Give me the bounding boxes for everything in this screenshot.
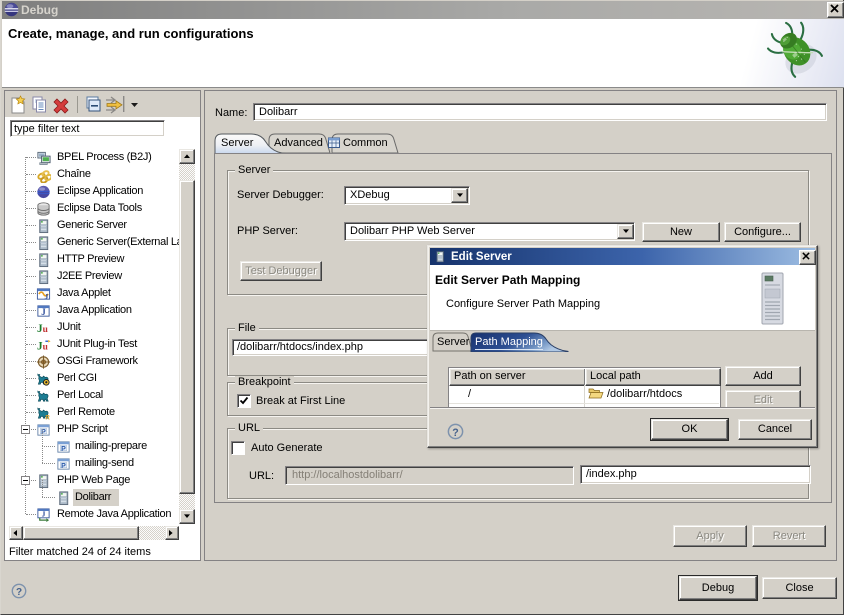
svg-text:P: P: [61, 446, 66, 453]
svg-text:P: P: [61, 463, 66, 470]
svg-text:?: ?: [16, 587, 22, 598]
svg-text:R: R: [45, 415, 50, 421]
svg-text:u: u: [43, 325, 48, 335]
svg-text:?: ?: [452, 427, 458, 439]
svg-text:J: J: [41, 307, 46, 317]
svg-text:J: J: [42, 509, 46, 518]
svg-text:J: J: [44, 292, 48, 301]
svg-text:u: u: [43, 343, 48, 353]
